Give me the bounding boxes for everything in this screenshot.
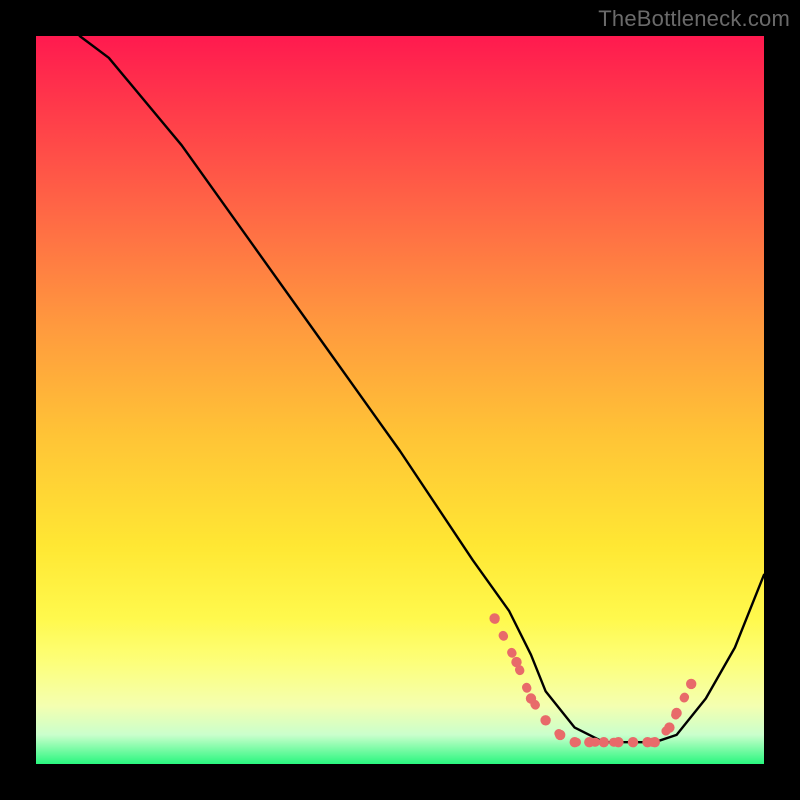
plot-area xyxy=(36,36,764,764)
bottleneck-curve-line xyxy=(80,36,764,742)
optimal-range-dot xyxy=(613,737,623,747)
optimal-range-dot xyxy=(686,679,696,689)
optimal-range-dot xyxy=(511,657,521,667)
optimal-range-dot xyxy=(628,737,638,747)
optimal-range-dot xyxy=(540,715,550,725)
optimal-range-dot xyxy=(570,737,580,747)
optimal-range-dash xyxy=(495,618,692,742)
chart-stage: TheBottleneck.com xyxy=(0,0,800,800)
curve-layer xyxy=(36,36,764,764)
optimal-range-dot xyxy=(671,708,681,718)
optimal-range-dot xyxy=(526,693,536,703)
optimal-range-dot xyxy=(489,613,499,623)
optimal-range-dot xyxy=(599,737,609,747)
optimal-range-dot xyxy=(650,737,660,747)
optimal-range-dot xyxy=(664,722,674,732)
watermark-text: TheBottleneck.com xyxy=(598,6,790,32)
optimal-range-dot xyxy=(584,737,594,747)
optimal-range-dot xyxy=(555,730,565,740)
